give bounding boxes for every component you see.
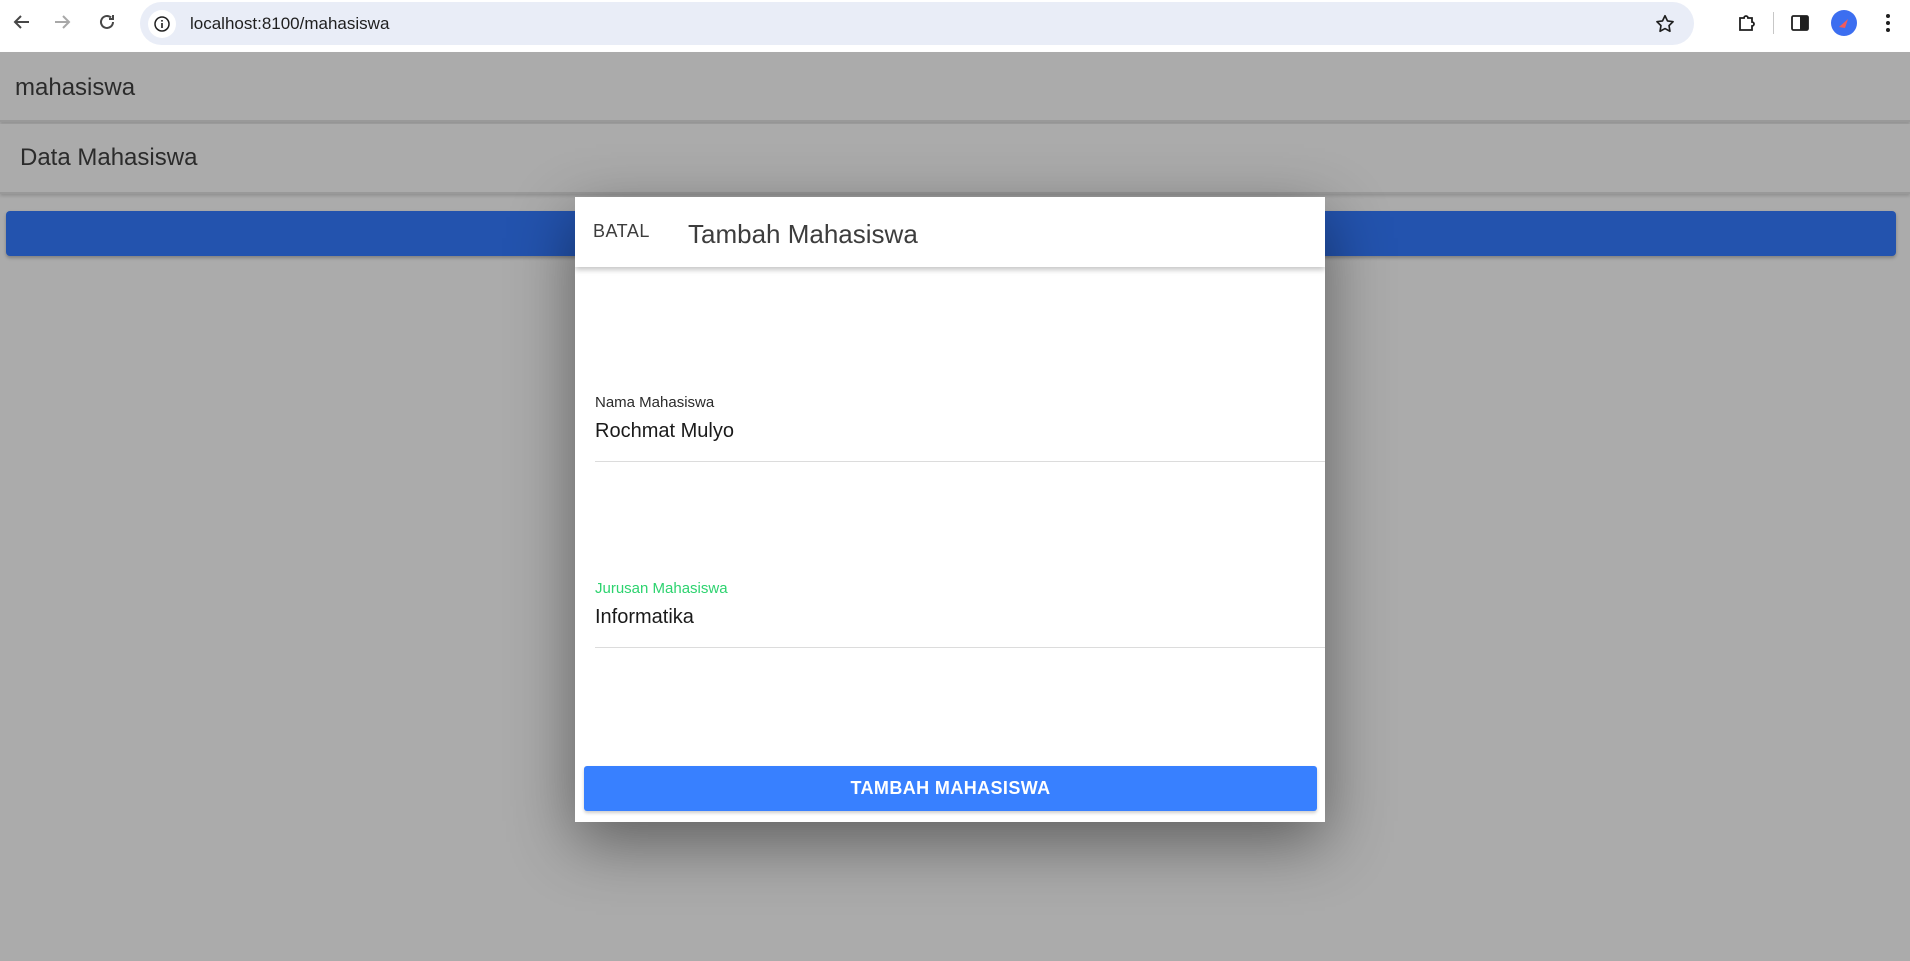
- address-bar[interactable]: localhost:8100/mahasiswa: [140, 2, 1694, 45]
- side-panel-icon: [1791, 15, 1809, 31]
- add-student-modal: BATAL Tambah Mahasiswa Nama Mahasiswa Ju…: [575, 197, 1325, 822]
- modal-title: Tambah Mahasiswa: [688, 219, 918, 249]
- avatar: [1831, 10, 1857, 36]
- side-panel-button[interactable]: [1778, 1, 1822, 45]
- url-text[interactable]: localhost:8100/mahasiswa: [190, 14, 389, 34]
- name-input[interactable]: [595, 416, 1295, 446]
- major-field-label: Jurusan Mahasiswa: [595, 580, 728, 597]
- content-header: Data Mahasiswa: [0, 124, 1910, 194]
- name-field-label: Nama Mahasiswa: [595, 394, 715, 411]
- back-button[interactable]: [0, 0, 44, 44]
- browser-toolbar: localhost:8100/mahasiswa: [0, 0, 1910, 52]
- extensions-button[interactable]: [1725, 1, 1769, 45]
- reload-button[interactable]: [85, 0, 129, 44]
- browser-actions: [1725, 0, 1910, 46]
- add-student-submit-button[interactable]: TAMBAH MAHASISWA: [584, 766, 1317, 811]
- profile-button[interactable]: [1822, 1, 1866, 45]
- forward-button[interactable]: [40, 0, 84, 44]
- page-title: Data Mahasiswa: [20, 144, 198, 171]
- more-vertical-icon: [1886, 14, 1890, 32]
- site-info-icon[interactable]: [148, 9, 176, 38]
- major-input[interactable]: [595, 602, 1295, 632]
- app-title: mahasiswa: [15, 74, 136, 101]
- browser-menu-button[interactable]: [1866, 1, 1910, 45]
- reload-icon: [100, 14, 114, 29]
- major-field: Jurusan Mahasiswa: [595, 580, 1325, 648]
- puzzle-icon: [1739, 15, 1755, 31]
- arrow-right-icon: [55, 15, 71, 29]
- arrow-left-icon: [13, 15, 29, 29]
- toolbar-divider: [1773, 12, 1774, 34]
- app-toolbar: mahasiswa: [0, 52, 1910, 122]
- modal-header: BATAL Tambah Mahasiswa: [575, 197, 1325, 267]
- name-field: Nama Mahasiswa: [595, 394, 1325, 462]
- bookmark-star-icon[interactable]: [1654, 13, 1676, 35]
- cancel-button[interactable]: BATAL: [593, 221, 650, 242]
